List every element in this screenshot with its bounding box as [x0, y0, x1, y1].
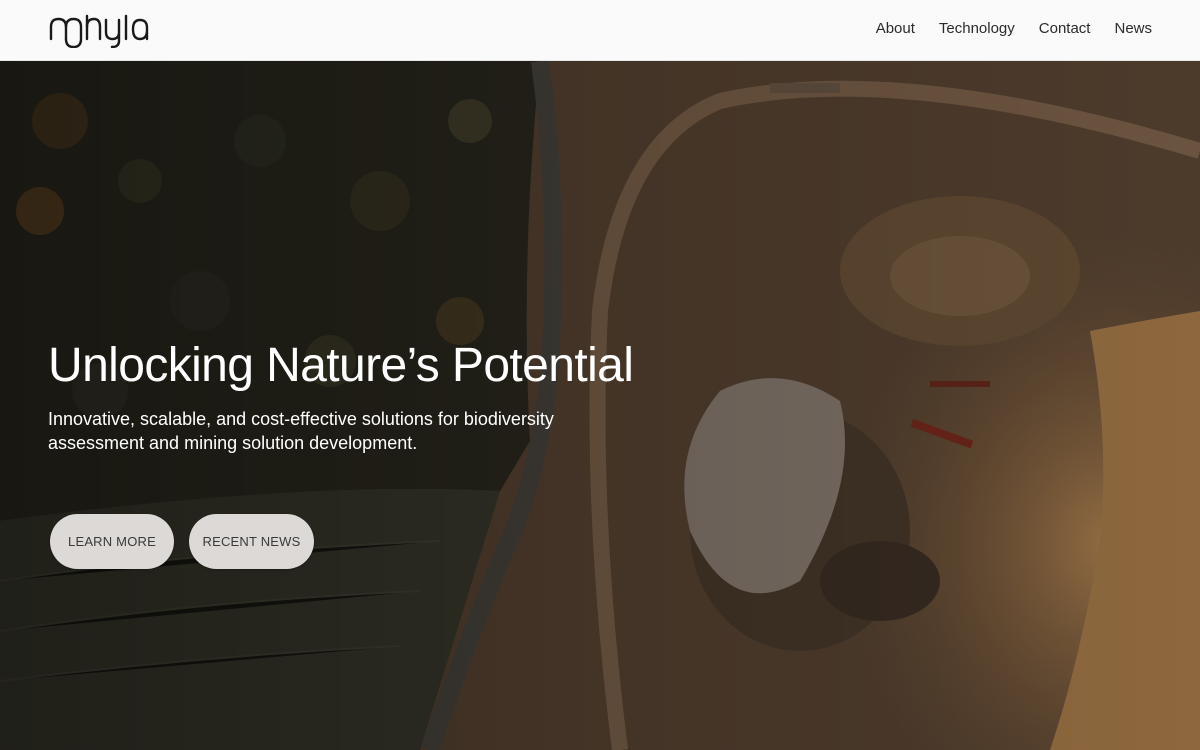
brand-logo[interactable] [49, 12, 151, 48]
learn-more-button[interactable]: LEARN MORE [50, 514, 174, 569]
nav-link-technology[interactable]: Technology [939, 19, 1015, 39]
recent-news-button[interactable]: RECENT NEWS [189, 514, 314, 569]
nav-link-about[interactable]: About [876, 19, 915, 39]
logo-icon [49, 14, 149, 48]
hero-title: Unlocking Nature’s Potential [48, 339, 634, 392]
hero-section: Unlocking Nature’s Potential Innovative,… [0, 61, 1200, 750]
site-header: About Technology Contact News [0, 0, 1200, 61]
hero-subtitle: Innovative, scalable, and cost-effective… [48, 409, 554, 453]
hero-background-image [0, 61, 1200, 750]
main-nav: About Technology Contact News [852, 19, 1152, 39]
nav-link-news[interactable]: News [1114, 19, 1152, 39]
nav-link-contact[interactable]: Contact [1039, 19, 1091, 39]
